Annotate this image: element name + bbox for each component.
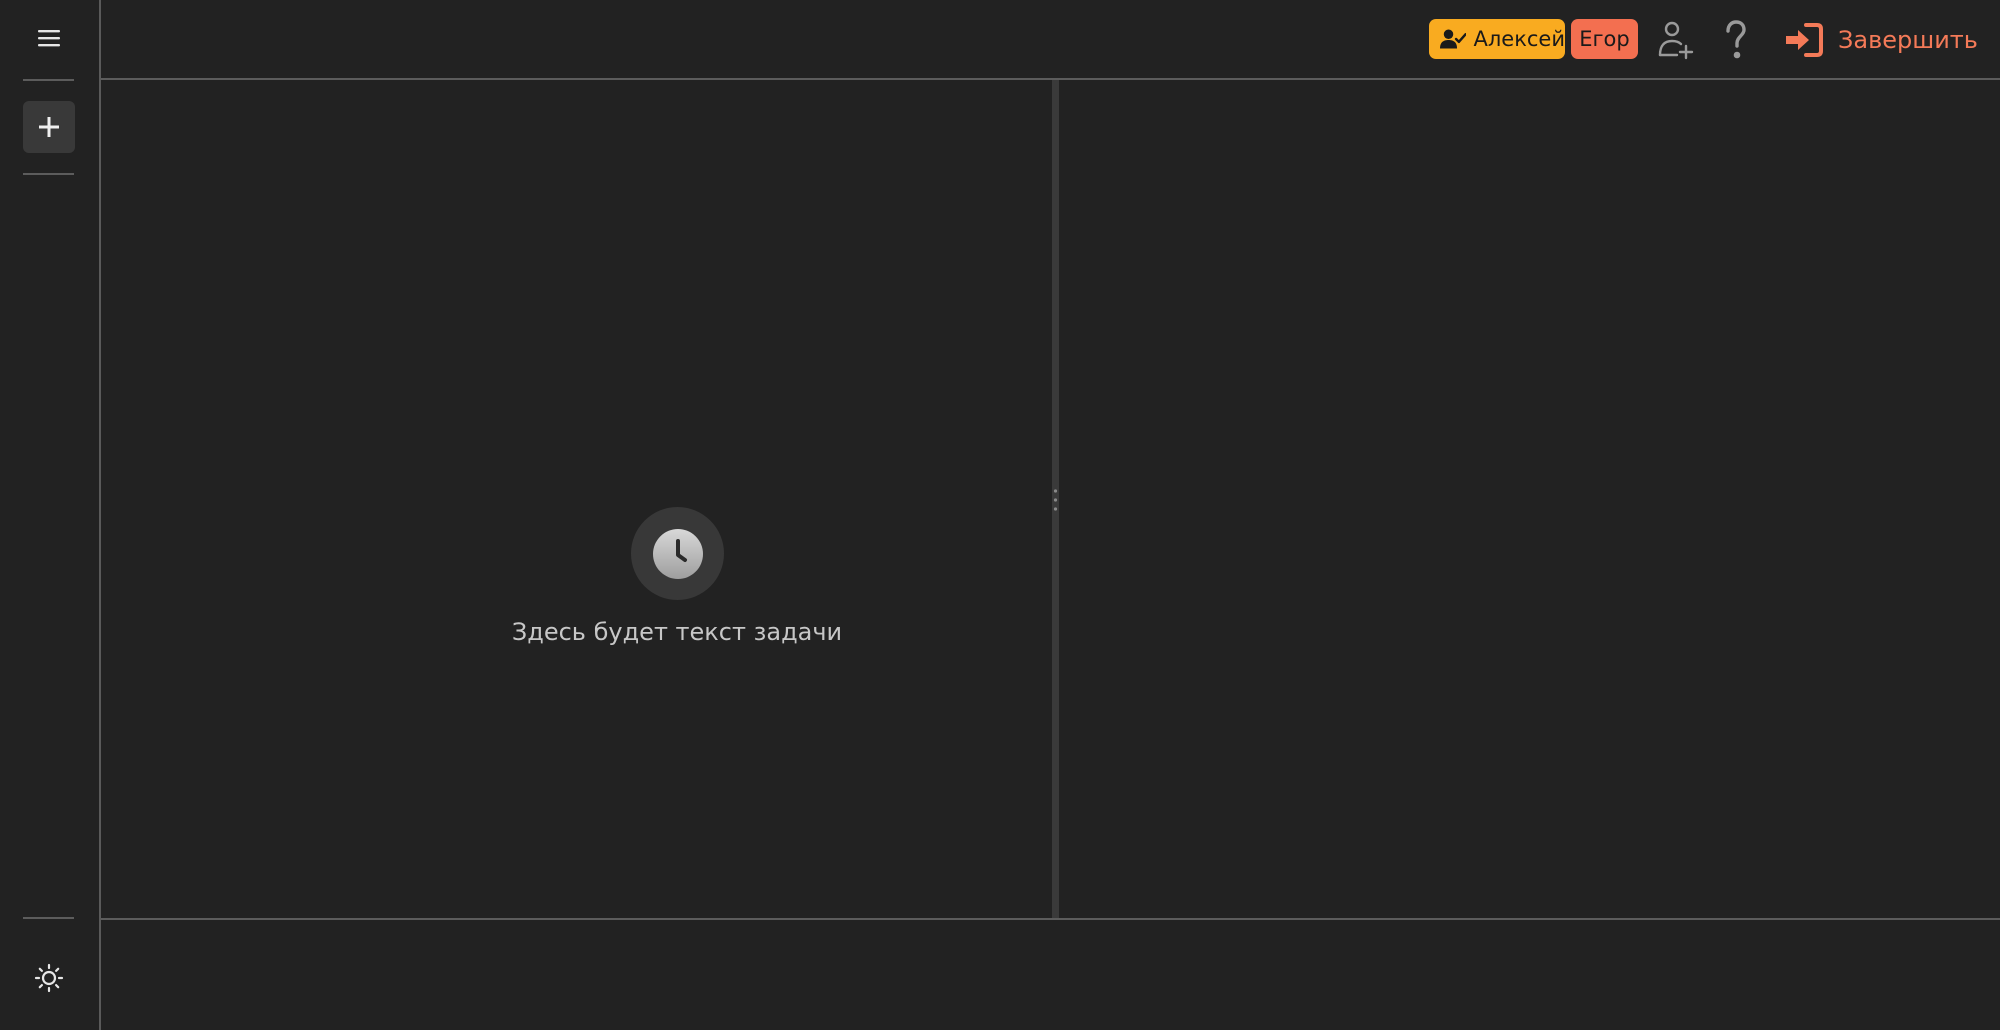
- sun-icon[interactable]: [33, 962, 65, 994]
- sign-in-icon: [1786, 23, 1823, 57]
- bottom-panel: [101, 920, 2000, 1030]
- task-pane: Здесь будет текст задачи: [101, 80, 1052, 918]
- workspace-pane: [1059, 80, 2000, 918]
- question-icon[interactable]: [1714, 18, 1758, 62]
- app-root: Алексей Егор Завершить Здесь будет текст…: [0, 0, 2000, 1030]
- participant-badge-alexey[interactable]: Алексей: [1429, 19, 1565, 59]
- participant-name: Алексей: [1473, 27, 1565, 51]
- sidebar-separator: [23, 79, 74, 81]
- participant-name: Егор: [1579, 27, 1630, 51]
- finish-label: Завершить: [1838, 26, 1978, 54]
- user-check-icon: [1440, 29, 1467, 49]
- hamburger-menu-icon[interactable]: [34, 24, 64, 52]
- sidebar-separator: [23, 173, 74, 175]
- sidebar-separator: [23, 917, 74, 919]
- participant-badge-egor[interactable]: Егор: [1571, 19, 1638, 59]
- finish-button[interactable]: Завершить: [1784, 18, 1978, 62]
- empty-state-icon-circle: [631, 507, 724, 600]
- drag-handle-icon[interactable]: [1053, 488, 1058, 512]
- add-button[interactable]: [23, 101, 75, 153]
- top-bar: Алексей Егор Завершить: [101, 0, 2000, 80]
- user-plus-icon[interactable]: [1653, 18, 1697, 62]
- task-placeholder-text: Здесь будет текст задачи: [511, 618, 843, 646]
- clock-icon: [652, 528, 703, 579]
- sidebar: [0, 0, 101, 1030]
- plus-icon: [39, 117, 59, 137]
